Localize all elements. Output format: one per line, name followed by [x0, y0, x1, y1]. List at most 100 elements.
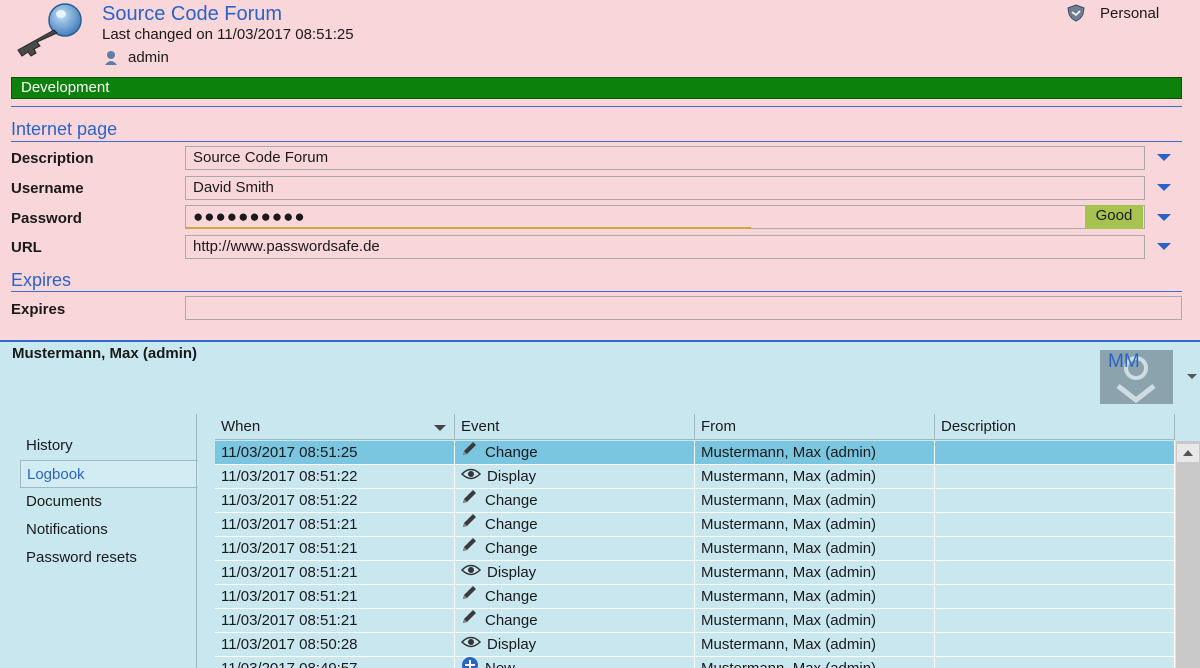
table-row[interactable]: 11/03/2017 08:51:22 Change Mustermann, Max… — [215, 489, 1175, 513]
description-field[interactable]: Source Code Forum — [185, 146, 1145, 170]
password-strength-bar — [186, 227, 751, 229]
description-label: Description — [11, 150, 94, 167]
logbook-table: When Event From Description 11/03/2017 0… — [215, 414, 1200, 668]
url-dropdown-icon[interactable] — [1157, 243, 1171, 250]
user-icon — [105, 50, 117, 65]
section-internet-page: Internet page — [11, 119, 118, 139]
cell-from: Mustermann, Max (admin) — [695, 465, 935, 488]
cell-when: 11/03/2017 08:51:21 — [215, 513, 455, 536]
scope-label: Personal — [1100, 4, 1160, 22]
divider — [11, 106, 1182, 107]
pencil-icon — [461, 441, 479, 464]
event-label: Display — [487, 468, 537, 485]
cell-event: Change — [455, 585, 695, 608]
cell-description — [935, 585, 1175, 608]
nav-item-password-resets[interactable]: Password resets — [20, 544, 200, 572]
scroll-up-button[interactable] — [1177, 444, 1199, 462]
table-row[interactable]: 11/03/2017 08:51:21 Change Mustermann, Max… — [215, 585, 1175, 609]
cell-from: Mustermann, Max (admin) — [695, 513, 935, 536]
chevron-down-icon[interactable] — [1187, 374, 1197, 379]
cell-when: 11/03/2017 08:51:21 — [215, 585, 455, 608]
cell-event: Change — [455, 513, 695, 536]
pencil-icon — [461, 585, 479, 608]
nav-item-notifications[interactable]: Notifications — [20, 516, 200, 544]
owner-name: admin — [128, 49, 169, 66]
password-label: Password — [11, 210, 82, 227]
table-row[interactable]: 11/03/2017 08:51:22 Display Mustermann, Ma… — [215, 465, 1175, 489]
cell-event: Display — [455, 465, 695, 488]
cell-from: Mustermann, Max (admin) — [695, 537, 935, 560]
column-event[interactable]: Event — [455, 414, 695, 439]
cell-when: 11/03/2017 08:49:57 — [215, 657, 455, 668]
cell-description — [935, 441, 1175, 464]
cell-from: Mustermann, Max (admin) — [695, 489, 935, 512]
event-label: Change — [485, 612, 538, 629]
table-row[interactable]: 11/03/2017 08:50:28 Display Mustermann, Ma… — [215, 633, 1175, 657]
table-row[interactable]: 11/03/2017 08:51:21 Display Mustermann, Ma… — [215, 561, 1175, 585]
cell-event: New — [455, 657, 695, 668]
cell-description — [935, 489, 1175, 512]
table-header: When Event From Description — [215, 414, 1175, 440]
eye-icon — [460, 465, 482, 488]
nav-divider — [196, 414, 197, 668]
cell-when: 11/03/2017 08:51:25 — [215, 441, 455, 464]
nav-item-history[interactable]: History — [20, 432, 200, 460]
cell-event: Display — [455, 633, 695, 656]
cell-description — [935, 537, 1175, 560]
cell-when: 11/03/2017 08:51:22 — [215, 465, 455, 488]
table-row[interactable]: 11/03/2017 08:51:21 Change Mustermann, Max… — [215, 537, 1175, 561]
logbook-panel: Mustermann, Max (admin) MM History Logbo… — [0, 340, 1200, 668]
cell-when: 11/03/2017 08:50:28 — [215, 633, 455, 656]
cell-description — [935, 561, 1175, 584]
owner: admin — [104, 49, 169, 66]
cell-from: Mustermann, Max (admin) — [695, 585, 935, 608]
expires-field[interactable] — [185, 296, 1182, 320]
event-label: Change — [485, 588, 538, 605]
section-underline — [11, 291, 1182, 292]
password-field[interactable]: ●●●●●●●●●● — [185, 205, 1145, 229]
description-dropdown-icon[interactable] — [1157, 154, 1171, 161]
nav-item-logbook[interactable]: Logbook — [20, 460, 198, 488]
key-icon — [17, 3, 82, 57]
event-label: New — [485, 657, 515, 668]
nav-item-documents[interactable]: Documents — [20, 488, 200, 516]
expires-label: Expires — [11, 301, 66, 318]
url-label: URL — [11, 239, 42, 256]
cell-description — [935, 465, 1175, 488]
current-user: Mustermann, Max (admin) — [12, 345, 198, 362]
scope-indicator[interactable]: Personal — [1066, 4, 1159, 22]
cell-event: Display — [455, 561, 695, 584]
cell-description — [935, 657, 1175, 668]
entry-title: Source Code Forum — [102, 3, 283, 25]
event-label: Change — [485, 492, 538, 509]
column-when[interactable]: When — [215, 414, 455, 439]
cell-description — [935, 633, 1175, 656]
cell-event: Change — [455, 609, 695, 632]
cell-when: 11/03/2017 08:51:21 — [215, 537, 455, 560]
table-row[interactable]: 11/03/2017 08:49:57 New Mustermann, Max (a… — [215, 657, 1175, 668]
event-label: Change — [485, 516, 538, 533]
cell-event: Change — [455, 441, 695, 464]
record-detail-panel: Source Code Forum Last changed on 11/03/… — [0, 0, 1200, 340]
section-underline — [11, 141, 1182, 142]
username-dropdown-icon[interactable] — [1157, 184, 1171, 191]
table-row[interactable]: 11/03/2017 08:51:21 Change Mustermann, Max… — [215, 513, 1175, 537]
pencil-icon — [461, 513, 479, 536]
avatar[interactable]: MM — [1100, 350, 1173, 404]
cell-description — [935, 609, 1175, 632]
url-field[interactable]: http://www.passwordsafe.de — [185, 235, 1145, 259]
table-row[interactable]: 11/03/2017 08:51:25 Change Mustermann, Max… — [215, 441, 1175, 465]
column-description[interactable]: Description — [935, 414, 1175, 439]
cell-from: Mustermann, Max (admin) — [695, 657, 935, 668]
pencil-icon — [461, 537, 479, 560]
last-changed: Last changed on 11/03/2017 08:51:25 — [102, 26, 354, 43]
cell-event: Change — [455, 537, 695, 560]
column-from[interactable]: From — [695, 414, 935, 439]
tag-development[interactable]: Development — [11, 77, 1182, 99]
username-field[interactable]: David Smith — [185, 176, 1145, 200]
password-dropdown-icon[interactable] — [1157, 214, 1171, 221]
table-row[interactable]: 11/03/2017 08:51:21 Change Mustermann, Max… — [215, 609, 1175, 633]
vertical-scrollbar[interactable] — [1176, 441, 1200, 668]
event-label: Display — [487, 636, 537, 653]
cell-description — [935, 513, 1175, 536]
